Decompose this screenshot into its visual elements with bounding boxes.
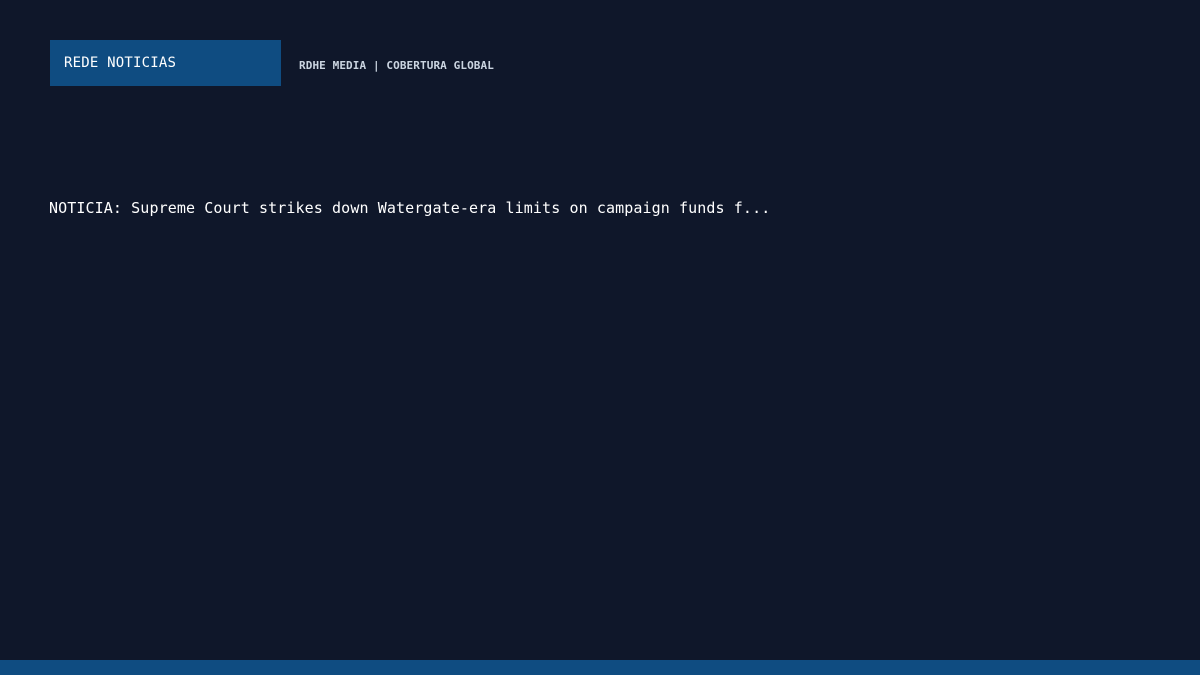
header: REDE NOTICIAS RDHE MEDIA | COBERTURA GLO… <box>50 40 494 86</box>
brand-label: REDE NOTICIAS <box>64 55 177 71</box>
headline-text: NOTICIA: Supreme Court strikes down Wate… <box>49 199 771 217</box>
tagline: RDHE MEDIA | COBERTURA GLOBAL <box>299 58 494 72</box>
bottom-accent-bar <box>0 660 1200 675</box>
brand-badge: REDE NOTICIAS <box>50 40 281 86</box>
